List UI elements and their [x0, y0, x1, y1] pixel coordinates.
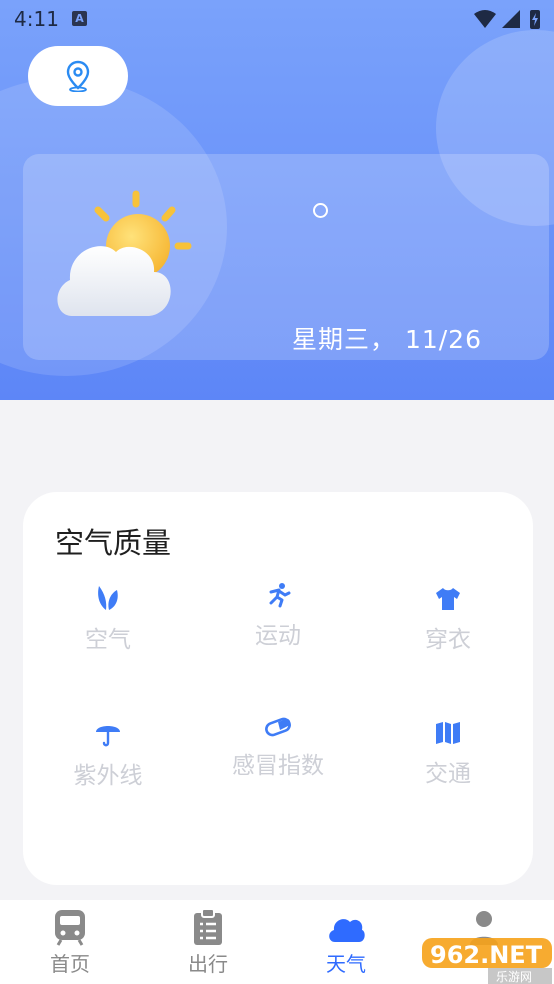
temperature-degree-sign [313, 203, 328, 218]
notification-icon: A [72, 11, 87, 26]
air-quality-card: 空气质量 空气 运动 穿衣 紫外线 感冒指数 交通 [23, 492, 533, 885]
index-label: 运动 [255, 623, 301, 649]
index-item-sport[interactable]: 运动 [203, 582, 353, 650]
status-time: 4:11 [14, 7, 59, 31]
index-item-traffic[interactable]: 交通 [373, 720, 523, 788]
location-pin-icon [66, 60, 90, 92]
index-item-cold[interactable]: 感冒指数 [203, 716, 353, 780]
tab-travel[interactable]: 出行 [158, 908, 258, 977]
status-bar: 4:11 A [0, 0, 554, 36]
shirt-icon [436, 588, 460, 610]
status-icons [474, 10, 540, 29]
index-item-air[interactable]: 空气 [33, 584, 183, 654]
signal-icon [502, 10, 520, 28]
index-item-clothing[interactable]: 穿衣 [373, 586, 523, 654]
tab-label: 天气 [326, 952, 366, 976]
sun-behind-cloud-icon [57, 190, 192, 316]
tab-label: 出行 [188, 952, 228, 976]
clipboard-icon [194, 908, 222, 945]
index-label: 穿衣 [425, 627, 471, 653]
tab-home[interactable]: 首页 [20, 908, 120, 977]
watermark-logo: 962.NET 乐游网 [422, 938, 552, 984]
umbrella-icon [96, 726, 120, 747]
tab-label: 首页 [50, 952, 90, 976]
section-title: 空气质量 [55, 526, 172, 560]
watermark-text: 962.NET [430, 941, 543, 969]
index-item-uv[interactable]: 紫外线 [33, 720, 183, 790]
watermark-subtext: 乐游网 [496, 970, 532, 984]
map-icon [436, 722, 460, 744]
cloud-icon [329, 919, 365, 942]
index-label: 空气 [85, 627, 131, 653]
location-button[interactable] [28, 46, 128, 106]
index-label: 交通 [425, 761, 471, 787]
index-label: 感冒指数 [232, 753, 324, 779]
leaf-icon [98, 586, 118, 610]
index-label: 紫外线 [73, 763, 143, 789]
wifi-icon [474, 10, 496, 28]
date-label: 星期三， 11/26 [292, 325, 482, 354]
tab-weather[interactable]: 天气 [296, 908, 396, 977]
pill-icon [265, 717, 291, 737]
running-icon [269, 583, 291, 608]
train-icon [55, 910, 85, 946]
